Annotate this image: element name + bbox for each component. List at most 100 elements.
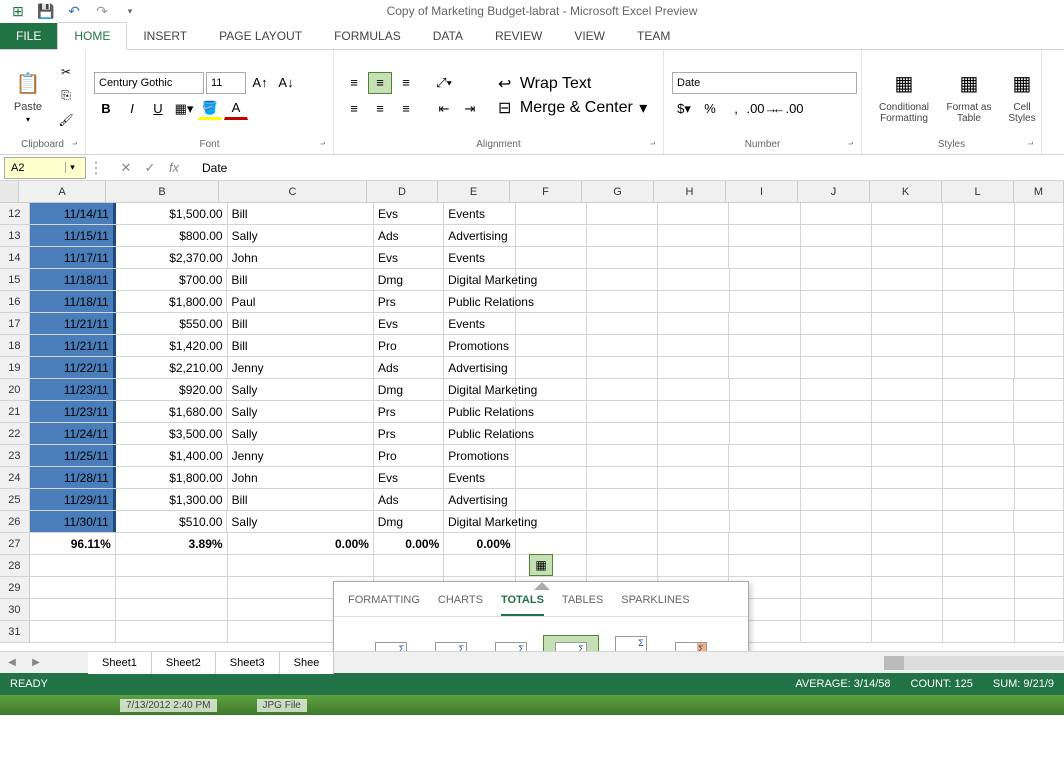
cell[interactable] xyxy=(943,467,1014,488)
cell[interactable] xyxy=(587,489,658,510)
cell[interactable] xyxy=(729,555,800,576)
cell[interactable] xyxy=(516,511,587,532)
cell[interactable] xyxy=(872,203,943,224)
spreadsheet-grid[interactable]: ABCDEFGHIJKLM 1211/14/11$1,500.00BillEvs… xyxy=(0,181,1064,651)
cell[interactable] xyxy=(801,489,872,510)
cell[interactable] xyxy=(587,379,658,400)
cell[interactable] xyxy=(587,445,658,466)
cell[interactable] xyxy=(1015,533,1064,554)
row-header[interactable]: 16 xyxy=(0,291,30,312)
cell[interactable] xyxy=(943,247,1014,268)
row-header[interactable]: 27 xyxy=(0,533,30,554)
cell[interactable] xyxy=(658,511,729,532)
cell[interactable]: Sally xyxy=(227,423,373,444)
cell[interactable]: Promotions xyxy=(444,445,515,466)
cell[interactable]: 11/17/11 xyxy=(30,247,116,268)
cell[interactable] xyxy=(516,489,587,510)
format-as-table-button[interactable]: ▦ Format as Table xyxy=(940,66,998,126)
cell[interactable] xyxy=(801,291,872,312)
merge-center-button[interactable]: ⊟ Merge & Center ▾ xyxy=(498,98,647,118)
cell[interactable] xyxy=(801,225,872,246)
cell[interactable] xyxy=(587,203,658,224)
cell[interactable] xyxy=(872,225,943,246)
cell[interactable] xyxy=(872,467,943,488)
tab-file[interactable]: FILE xyxy=(0,23,57,49)
row-header[interactable]: 23 xyxy=(0,445,30,466)
cell[interactable] xyxy=(587,357,658,378)
cell[interactable] xyxy=(587,269,658,290)
qa-tab-formatting[interactable]: FORMATTING xyxy=(348,594,420,616)
cell[interactable]: 11/30/11 xyxy=(30,511,116,532)
cell[interactable] xyxy=(801,313,872,334)
cell[interactable] xyxy=(516,467,587,488)
italic-button[interactable]: I xyxy=(120,98,144,120)
cell[interactable]: Evs xyxy=(374,247,444,268)
cell[interactable] xyxy=(943,621,1014,642)
align-left-icon[interactable]: ≡ xyxy=(342,98,366,120)
cell[interactable]: 11/28/11 xyxy=(30,467,116,488)
cell[interactable]: Paul xyxy=(227,291,373,312)
cell[interactable]: $700.00 xyxy=(116,269,228,290)
cell[interactable] xyxy=(801,467,872,488)
cell[interactable]: 11/22/11 xyxy=(30,357,116,378)
cell[interactable]: Sally xyxy=(228,225,374,246)
cell[interactable] xyxy=(516,247,587,268)
comma-icon[interactable]: , xyxy=(724,98,748,120)
cell[interactable] xyxy=(30,621,116,642)
sheet-tab-4[interactable]: Shee xyxy=(280,652,335,674)
cell[interactable] xyxy=(587,291,658,312)
column-header-D[interactable]: D xyxy=(367,181,438,202)
cell[interactable] xyxy=(801,401,872,422)
cell[interactable] xyxy=(730,423,801,444)
cell[interactable] xyxy=(1014,269,1064,290)
cell[interactable]: 11/24/11 xyxy=(30,423,116,444)
cell[interactable] xyxy=(658,489,729,510)
cell[interactable] xyxy=(943,599,1014,620)
cell[interactable] xyxy=(658,313,729,334)
qa-item-count[interactable]: Count xyxy=(483,635,539,651)
cell[interactable]: Sally xyxy=(227,511,373,532)
cell[interactable]: Events xyxy=(444,467,515,488)
cell[interactable] xyxy=(729,467,800,488)
cell[interactable] xyxy=(872,335,943,356)
cell[interactable] xyxy=(116,577,228,598)
cell[interactable]: Jenny xyxy=(228,357,374,378)
cell[interactable] xyxy=(587,247,658,268)
sheet-tab-1[interactable]: Sheet1 xyxy=(88,652,152,674)
cell[interactable]: 11/25/11 xyxy=(30,445,116,466)
horizontal-scrollbar[interactable] xyxy=(884,656,904,670)
row-header[interactable]: 30 xyxy=(0,599,30,620)
bold-button[interactable]: B xyxy=(94,98,118,120)
cell[interactable] xyxy=(872,533,943,554)
row-header[interactable]: 25 xyxy=(0,489,30,510)
cell[interactable]: Ads xyxy=(374,225,444,246)
cell[interactable] xyxy=(801,423,872,444)
cell[interactable]: $920.00 xyxy=(116,379,228,400)
cell[interactable]: 0.00% xyxy=(444,533,515,554)
cell[interactable]: $1,400.00 xyxy=(116,445,228,466)
cell[interactable] xyxy=(801,357,872,378)
cell[interactable]: Sally xyxy=(227,379,373,400)
cell[interactable] xyxy=(943,269,1014,290)
cell[interactable] xyxy=(587,555,658,576)
row-header[interactable]: 15 xyxy=(0,269,30,290)
cell[interactable]: Bill xyxy=(228,489,374,510)
row-header[interactable]: 29 xyxy=(0,577,30,598)
tab-formulas[interactable]: FORMULAS xyxy=(318,23,417,49)
redo-icon[interactable]: ↷ xyxy=(92,1,112,21)
cell[interactable] xyxy=(1015,621,1064,642)
cell[interactable]: 11/21/11 xyxy=(30,313,116,334)
cell[interactable]: $1,680.00 xyxy=(116,401,228,422)
enter-formula-icon[interactable]: ✓ xyxy=(140,160,160,176)
cell[interactable]: 3.89% xyxy=(116,533,228,554)
cell[interactable] xyxy=(872,445,943,466)
cell[interactable] xyxy=(801,511,872,532)
cell[interactable]: $510.00 xyxy=(116,511,228,532)
cell[interactable] xyxy=(730,291,801,312)
cell[interactable]: $2,370.00 xyxy=(116,247,228,268)
cell[interactable]: 11/18/11 xyxy=(30,291,116,312)
font-name-select[interactable] xyxy=(94,72,204,94)
cell[interactable]: 11/29/11 xyxy=(30,489,116,510)
sheet-next-icon[interactable]: ▶ xyxy=(24,657,48,668)
cell[interactable]: $2,210.00 xyxy=(116,357,228,378)
